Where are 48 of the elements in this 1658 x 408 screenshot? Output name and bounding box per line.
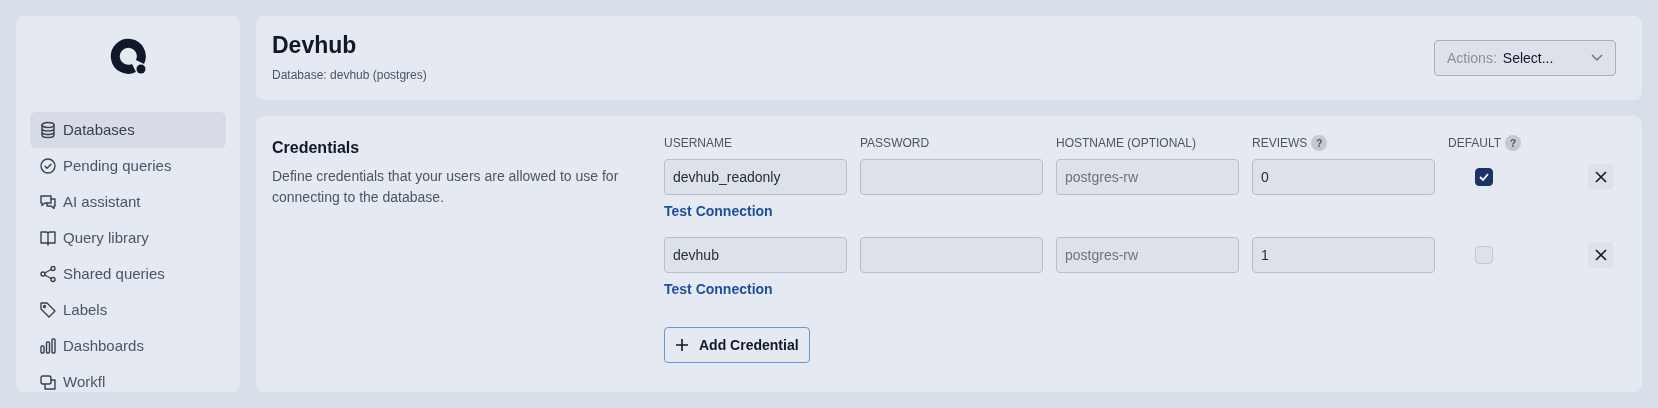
workflow-icon: [39, 373, 57, 391]
sidebar-item[interactable]: Pending queries: [30, 148, 226, 184]
help-icon[interactable]: ?: [1311, 135, 1328, 151]
logo-icon: [110, 38, 146, 74]
test-connection-link[interactable]: Test Connection: [664, 201, 773, 221]
password-field[interactable]: [860, 159, 1043, 195]
column-header: USERNAME: [664, 135, 732, 152]
sidebar-item[interactable]: Workfl: [30, 364, 226, 400]
sidebar-item[interactable]: AI assistant: [30, 184, 226, 220]
close-icon: [1595, 171, 1607, 183]
section-title: Credentials: [272, 138, 361, 158]
help-icon[interactable]: ?: [1505, 135, 1522, 151]
column-header: PASSWORD: [860, 135, 930, 152]
book-icon: [39, 229, 57, 247]
section-description: Define credentials that your users are allowed to use for connecting to the database.: [272, 167, 620, 207]
actions-select[interactable]: Actions: Select...: [1434, 40, 1616, 76]
check-icon: [1479, 173, 1489, 181]
password-field[interactable]: [860, 237, 1043, 273]
page-subtitle: Database: devhub (postgres): [272, 66, 427, 84]
sidebar-item[interactable]: Labels: [30, 292, 226, 328]
reviews-field[interactable]: 0: [1252, 159, 1435, 195]
bar-chart-icon: [39, 337, 57, 355]
add-credential-button[interactable]: Add Credential: [664, 327, 810, 363]
column-header: DEFAULT: [1448, 135, 1502, 152]
page-title: Devhub: [272, 32, 358, 60]
chevron-down-icon: [1591, 54, 1603, 62]
close-icon: [1595, 249, 1607, 261]
share-icon: [39, 265, 57, 283]
username-field[interactable]: devhub_readonly: [664, 159, 847, 195]
column-header: REVIEWS: [1252, 135, 1308, 152]
sidebar-item[interactable]: Dashboards: [30, 328, 226, 364]
username-field[interactable]: devhub: [664, 237, 847, 273]
hostname-field[interactable]: postgres-rw: [1056, 237, 1239, 273]
plus-icon: [675, 338, 689, 352]
column-header: HOSTNAME (OPTIONAL): [1056, 135, 1196, 152]
tag-icon: [39, 301, 57, 319]
delete-button[interactable]: [1588, 164, 1614, 190]
delete-button[interactable]: [1588, 242, 1614, 268]
chat-bubbles-icon: [39, 193, 57, 211]
database-icon: [39, 121, 57, 139]
sidebar-item[interactable]: Shared queries: [30, 256, 226, 292]
default-checkbox[interactable]: [1475, 168, 1493, 186]
check-badge-icon: [39, 157, 57, 175]
reviews-field[interactable]: 1: [1252, 237, 1435, 273]
hostname-field[interactable]: postgres-rw: [1056, 159, 1239, 195]
sidebar-item[interactable]: Databases: [30, 112, 226, 148]
sidebar-item[interactable]: Query library: [30, 220, 226, 256]
test-connection-link[interactable]: Test Connection: [664, 279, 773, 299]
